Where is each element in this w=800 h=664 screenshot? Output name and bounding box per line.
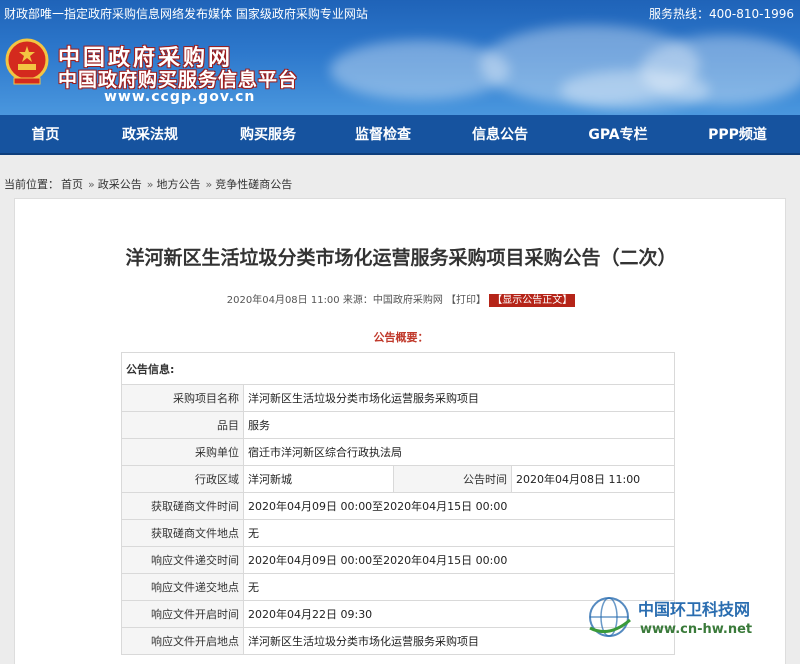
row-label: 品目 (121, 411, 244, 439)
row-value: 无 (243, 519, 675, 547)
nav-ppp[interactable]: PPP频道 (695, 115, 780, 155)
summary-heading: 公告概要： (373, 331, 429, 344)
row-value: 宿迁市洋河新区综合行政执法局 (243, 438, 675, 466)
print-link[interactable]: 【打印】 (446, 295, 486, 306)
publish-date: 2020年04月08日 11:00 (226, 295, 340, 306)
row-label: 响应文件递交时间 (121, 546, 244, 574)
row-value: 2020年04月08日 11:00 (511, 465, 675, 493)
nav-home[interactable]: 首页 (8, 115, 83, 155)
table-row: 采购单位 宿迁市洋河新区综合行政执法局 (121, 438, 675, 466)
watermark-name: 中国环卫科技网 (638, 600, 751, 619)
table-row: 品目 服务 (121, 411, 675, 439)
breadcrumb-separator: » (146, 178, 154, 191)
table-row: 获取磋商文件地点 无 (121, 519, 675, 547)
row-label: 响应文件开启时间 (121, 600, 244, 628)
top-bar: 财政部唯一指定政府采购信息网络发布媒体 国家级政府采购专业网站 服务热线：400… (0, 0, 800, 26)
table-header: 公告信息: (121, 352, 675, 385)
row-label: 公告时间 (393, 465, 512, 493)
breadcrumb-local[interactable]: 地方公告 (156, 178, 200, 191)
breadcrumb-separator: » (88, 178, 95, 191)
cloud-decoration (560, 70, 710, 110)
breadcrumb-current[interactable]: 竞争性磋商公告 (215, 178, 292, 191)
show-full-text-button[interactable]: 【显示公告正文】 (489, 294, 576, 307)
service-hotline: 服务热线：400-810-1996 (648, 7, 794, 21)
national-emblem-icon (5, 38, 49, 85)
row-label: 获取磋商文件时间 (121, 492, 244, 520)
site-logo-subtitle: 中国政府购买服务信息平台 (58, 69, 299, 91)
row-label: 采购单位 (121, 438, 244, 466)
row-value: 2020年04月09日 00:00至2020年04月15日 00:00 (243, 492, 675, 520)
table-row: 采购项目名称 洋河新区生活垃圾分类市场化运营服务采购项目 (121, 384, 675, 412)
table-header-row: 公告信息: (121, 352, 675, 385)
table-row: 获取磋商文件时间 2020年04月09日 00:00至2020年04月15日 0… (121, 492, 675, 520)
main-nav: 首页 政采法规 购买服务 监督检查 信息公告 GPA专栏 PPP频道 (0, 115, 800, 155)
nav-supervision[interactable]: 监督检查 (343, 115, 423, 155)
row-value: 洋河新城 (243, 465, 394, 493)
breadcrumb: 当前位置： 首页» 政采公告» 地方公告» 竞争性磋商公告 (4, 176, 294, 192)
row-label: 采购项目名称 (121, 384, 244, 412)
nav-announcements[interactable]: 信息公告 (460, 115, 540, 155)
row-label: 行政区域 (121, 465, 244, 493)
nav-gpa[interactable]: GPA专栏 (578, 115, 658, 155)
row-label: 响应文件开启地点 (121, 627, 244, 655)
nav-purchase-service[interactable]: 购买服务 (228, 115, 308, 155)
row-label: 响应文件递交地点 (121, 573, 244, 601)
breadcrumb-announcements[interactable]: 政采公告 (98, 178, 142, 191)
table-row: 行政区域 洋河新城 公告时间 2020年04月08日 11:00 (121, 465, 675, 493)
row-value: 服务 (243, 411, 675, 439)
breadcrumb-prefix: 当前位置： (4, 178, 59, 191)
article-source: 来源：中国政府采购网 (342, 295, 443, 306)
site-url: www.ccgp.gov.cn (104, 89, 256, 105)
globe-logo-icon (589, 597, 631, 637)
site-header: 财政部唯一指定政府采购信息网络发布媒体 国家级政府采购专业网站 服务热线：400… (0, 0, 800, 115)
site-slogan: 财政部唯一指定政府采购信息网络发布媒体 国家级政府采购专业网站 (4, 7, 368, 21)
row-value: 2020年04月09日 00:00至2020年04月15日 00:00 (243, 546, 675, 574)
article-title: 洋河新区生活垃圾分类市场化运营服务采购项目采购公告（二次） (125, 247, 677, 269)
watermark: 中国环卫科技网 www.cn-hw.net (580, 592, 795, 652)
row-value: 洋河新区生活垃圾分类市场化运营服务采购项目 (243, 384, 675, 412)
article-meta: 2020年04月08日 11:00 来源：中国政府采购网 【打印】 【显示公告正… (15, 291, 787, 307)
watermark-url: www.cn-hw.net (640, 622, 753, 637)
row-label: 获取磋商文件地点 (121, 519, 244, 547)
breadcrumb-home[interactable]: 首页 (61, 178, 83, 191)
nav-regulations[interactable]: 政采法规 (110, 115, 190, 155)
table-row: 响应文件递交时间 2020年04月09日 00:00至2020年04月15日 0… (121, 546, 675, 574)
breadcrumb-separator: » (205, 178, 213, 191)
